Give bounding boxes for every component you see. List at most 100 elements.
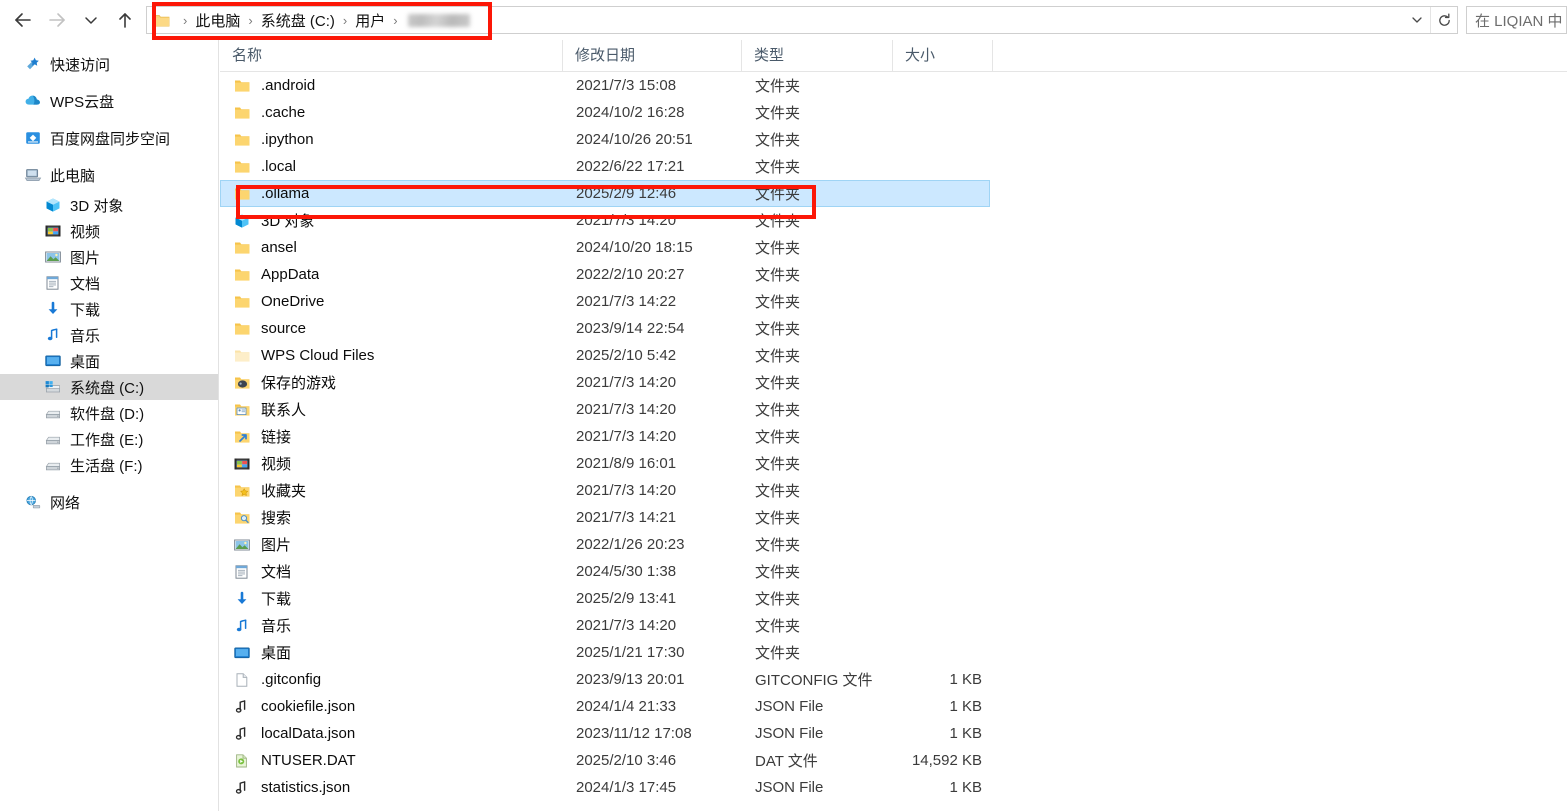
file-type-cell: 文件夹	[755, 105, 801, 122]
file-name-cell[interactable]: 视频	[221, 453, 564, 474]
column-header-date-modified[interactable]: 修改日期	[563, 40, 742, 71]
file-name-cell[interactable]: .cache	[221, 103, 564, 123]
back-button[interactable]	[6, 1, 40, 39]
sidebar-item-12[interactable]: 软件盘 (D:)	[0, 400, 218, 426]
address-bar-box[interactable]: › 此电脑 › 系统盘 (C:) › 用户 ›	[146, 6, 1404, 34]
table-row[interactable]: 下载 2025/2/9 13:41 文件夹	[220, 585, 1567, 612]
breadcrumb-item-2[interactable]: 用户	[353, 8, 387, 33]
table-row[interactable]: 图片 2022/1/26 20:23 文件夹	[220, 531, 1567, 558]
sidebar-item-13[interactable]: 工作盘 (E:)	[0, 426, 218, 452]
file-name-cell[interactable]: 桌面	[221, 642, 564, 663]
table-row[interactable]: statistics.json 2024/1/3 17:45 JSON File 1 …	[220, 774, 1567, 801]
file-name-cell[interactable]: .ipython	[221, 130, 564, 150]
forward-button[interactable]	[40, 1, 74, 39]
file-name-cell[interactable]: cookiefile.json	[221, 697, 564, 717]
file-date-cell: 2025/2/9 12:46	[576, 185, 677, 202]
table-row[interactable]: 桌面 2025/1/21 17:30 文件夹	[220, 639, 1567, 666]
table-row[interactable]: .cache 2024/10/2 16:28 文件夹	[220, 99, 1567, 126]
chevron-down-icon[interactable]	[1404, 7, 1430, 33]
file-list-panel: 名称 修改日期 类型 大小 .android 2021/7/3 15:08 文件夹.…	[220, 40, 1567, 811]
file-name: 桌面	[261, 645, 292, 662]
file-name-cell[interactable]: .gitconfig	[221, 670, 564, 690]
file-name-cell[interactable]: 音乐	[221, 615, 564, 636]
file-name-cell[interactable]: 保存的游戏	[221, 372, 564, 393]
table-row[interactable]: .android 2021/7/3 15:08 文件夹	[220, 72, 1567, 99]
sidebar-item-6[interactable]: 图片	[0, 244, 218, 270]
table-row[interactable]: 保存的游戏 2021/7/3 14:20 文件夹	[220, 369, 1567, 396]
address-bar[interactable]: › 此电脑 › 系统盘 (C:) › 用户 ›	[146, 6, 1458, 34]
file-name-cell[interactable]: statistics.json	[221, 778, 564, 798]
redaction-blur	[407, 14, 470, 28]
table-row[interactable]: .gitconfig 2023/9/13 20:01 GITCONFIG 文件 1 K…	[220, 666, 1567, 693]
file-date-cell: 2021/7/3 14:20	[576, 428, 677, 445]
table-row[interactable]: 搜索 2021/7/3 14:21 文件夹	[220, 504, 1567, 531]
file-name-cell[interactable]: ansel	[221, 238, 564, 258]
refresh-icon[interactable]	[1430, 7, 1457, 33]
search-placeholder: 在 LIQIAN 中	[1475, 12, 1563, 30]
sidebar-item-15[interactable]: 网络	[0, 489, 218, 515]
file-name-cell[interactable]: 联系人	[221, 399, 564, 420]
column-headers: 名称 修改日期 类型 大小	[220, 40, 1567, 72]
sidebar-item-3[interactable]: 此电脑	[0, 162, 218, 188]
file-name-cell[interactable]: 收藏夹	[221, 480, 564, 501]
table-row[interactable]: OneDrive 2021/7/3 14:22 文件夹	[220, 288, 1567, 315]
table-row[interactable]: source 2023/9/14 22:54 文件夹	[220, 315, 1567, 342]
recent-locations-button[interactable]	[74, 1, 108, 39]
breadcrumb-item-3-username-redacted[interactable]	[404, 10, 472, 31]
sidebar-item-8[interactable]: 下载	[0, 296, 218, 322]
sidebar-item-7[interactable]: 文档	[0, 270, 218, 296]
table-row[interactable]: localData.json 2023/11/12 17:08 JSON File 1…	[220, 720, 1567, 747]
table-row[interactable]: 视频 2021/8/9 16:01 文件夹	[220, 450, 1567, 477]
sidebar-item-9[interactable]: 音乐	[0, 322, 218, 348]
file-name-cell[interactable]: OneDrive	[221, 292, 564, 312]
sidebar-item-14[interactable]: 生活盘 (F:)	[0, 452, 218, 478]
file-name-cell[interactable]: localData.json	[221, 724, 564, 744]
file-name-cell[interactable]: source	[221, 319, 564, 339]
address-bar-breadcrumb[interactable]: › 此电脑 › 系统盘 (C:) › 用户 ›	[175, 7, 1404, 33]
file-name-cell[interactable]: 链接	[221, 426, 564, 447]
file-name-cell[interactable]: .android	[221, 76, 564, 96]
file-date-cell: 2024/10/2 16:28	[576, 104, 685, 121]
sidebar-item-11[interactable]: 系统盘 (C:)	[0, 374, 218, 400]
file-name-cell[interactable]: 下载	[221, 588, 564, 609]
sidebar-item-10[interactable]: 桌面	[0, 348, 218, 374]
column-header-name[interactable]: 名称	[220, 40, 563, 71]
table-row[interactable]: AppData 2022/2/10 20:27 文件夹	[220, 261, 1567, 288]
table-row[interactable]: .ollama 2025/2/9 12:46 文件夹	[220, 180, 990, 207]
file-name-cell[interactable]: 3D 对象	[221, 210, 564, 231]
file-type-cell: 文件夹	[755, 213, 801, 230]
table-row[interactable]: 链接 2021/7/3 14:20 文件夹	[220, 423, 1567, 450]
table-row[interactable]: 3D 对象 2021/7/3 14:20 文件夹	[220, 207, 1567, 234]
table-row[interactable]: 文档 2024/5/30 1:38 文件夹	[220, 558, 1567, 585]
sidebar-item-0[interactable]: 快速访问	[0, 51, 218, 77]
file-name-cell[interactable]: 搜索	[221, 507, 564, 528]
table-row[interactable]: cookiefile.json 2024/1/4 21:33 JSON File 1 …	[220, 693, 1567, 720]
search-input[interactable]: 在 LIQIAN 中	[1466, 6, 1567, 34]
file-name-cell[interactable]: 文档	[221, 561, 564, 582]
documents-icon	[233, 562, 255, 582]
column-header-size[interactable]: 大小	[893, 40, 993, 71]
sidebar-item-2[interactable]: 百度网盘同步空间	[0, 125, 218, 151]
sidebar-item-1[interactable]: WPS云盘	[0, 88, 218, 114]
breadcrumb-item-0[interactable]: 此电脑	[193, 8, 242, 33]
table-row[interactable]: 音乐 2021/7/3 14:20 文件夹	[220, 612, 1567, 639]
file-name-cell[interactable]: 图片	[221, 534, 564, 555]
table-row[interactable]: WPS Cloud Files 2025/2/10 5:42 文件夹	[220, 342, 1567, 369]
column-header-type[interactable]: 类型	[742, 40, 893, 71]
file-name-cell[interactable]: WPS Cloud Files	[221, 346, 564, 366]
table-row[interactable]: NTUSER.DAT 2025/2/10 3:46 DAT 文件 14,592 KB	[220, 747, 1567, 774]
breadcrumb-item-1[interactable]: 系统盘 (C:)	[259, 8, 337, 33]
sidebar-item-5[interactable]: 视频	[0, 218, 218, 244]
table-row[interactable]: .ipython 2024/10/26 20:51 文件夹	[220, 126, 1567, 153]
table-row[interactable]: 收藏夹 2021/7/3 14:20 文件夹	[220, 477, 1567, 504]
file-name-cell[interactable]: NTUSER.DAT	[221, 751, 564, 771]
file-name-cell[interactable]: .ollama	[221, 184, 564, 204]
file-name-cell[interactable]: .local	[221, 157, 564, 177]
up-one-level-button[interactable]	[108, 1, 142, 39]
table-row[interactable]: .local 2022/6/22 17:21 文件夹	[220, 153, 1567, 180]
table-row[interactable]: ansel 2024/10/20 18:15 文件夹	[220, 234, 1567, 261]
file-name: 联系人	[261, 402, 307, 419]
file-name-cell[interactable]: AppData	[221, 265, 564, 285]
sidebar-item-4[interactable]: 3D 对象	[0, 192, 218, 218]
table-row[interactable]: 联系人 2021/7/3 14:20 文件夹	[220, 396, 1567, 423]
